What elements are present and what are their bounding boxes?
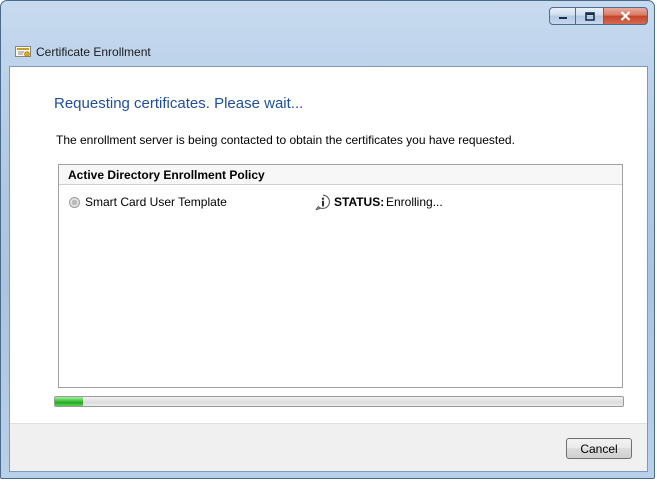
close-button[interactable] xyxy=(603,7,648,25)
dialog-footer: Cancel xyxy=(10,423,647,471)
window-title: Certificate Enrollment xyxy=(36,45,151,59)
window-controls xyxy=(549,7,648,27)
progress-fill xyxy=(55,397,84,406)
template-name: Smart Card User Template xyxy=(85,195,227,209)
info-icon xyxy=(315,194,330,211)
minimize-icon xyxy=(558,17,567,19)
enrollment-policy-panel: Active Directory Enrollment Policy Smart… xyxy=(58,164,623,388)
maximize-button[interactable] xyxy=(576,7,603,25)
certificate-icon xyxy=(15,46,31,57)
page-description: The enrollment server is being contacted… xyxy=(56,133,515,147)
certificate-enrollment-window: Certificate Enrollment Requesting certif… xyxy=(0,0,655,479)
certificate-template-row: Smart Card User Template STATUS: Enrolli… xyxy=(69,194,609,213)
dialog-client-area: Requesting certificates. Please wait... … xyxy=(9,66,648,472)
close-icon xyxy=(620,11,631,21)
panel-title: Active Directory Enrollment Policy xyxy=(68,168,265,182)
title-bar[interactable] xyxy=(1,1,654,45)
enrollment-progress-bar xyxy=(54,396,624,407)
page-heading: Requesting certificates. Please wait... xyxy=(54,95,304,112)
status-label: STATUS: xyxy=(334,195,385,209)
template-radio xyxy=(69,197,80,208)
minimize-button[interactable] xyxy=(549,7,576,25)
maximize-icon xyxy=(584,11,595,21)
panel-header: Active Directory Enrollment Policy xyxy=(59,165,622,185)
cancel-button[interactable]: Cancel xyxy=(566,438,632,459)
status-value: Enrolling... xyxy=(386,195,443,209)
